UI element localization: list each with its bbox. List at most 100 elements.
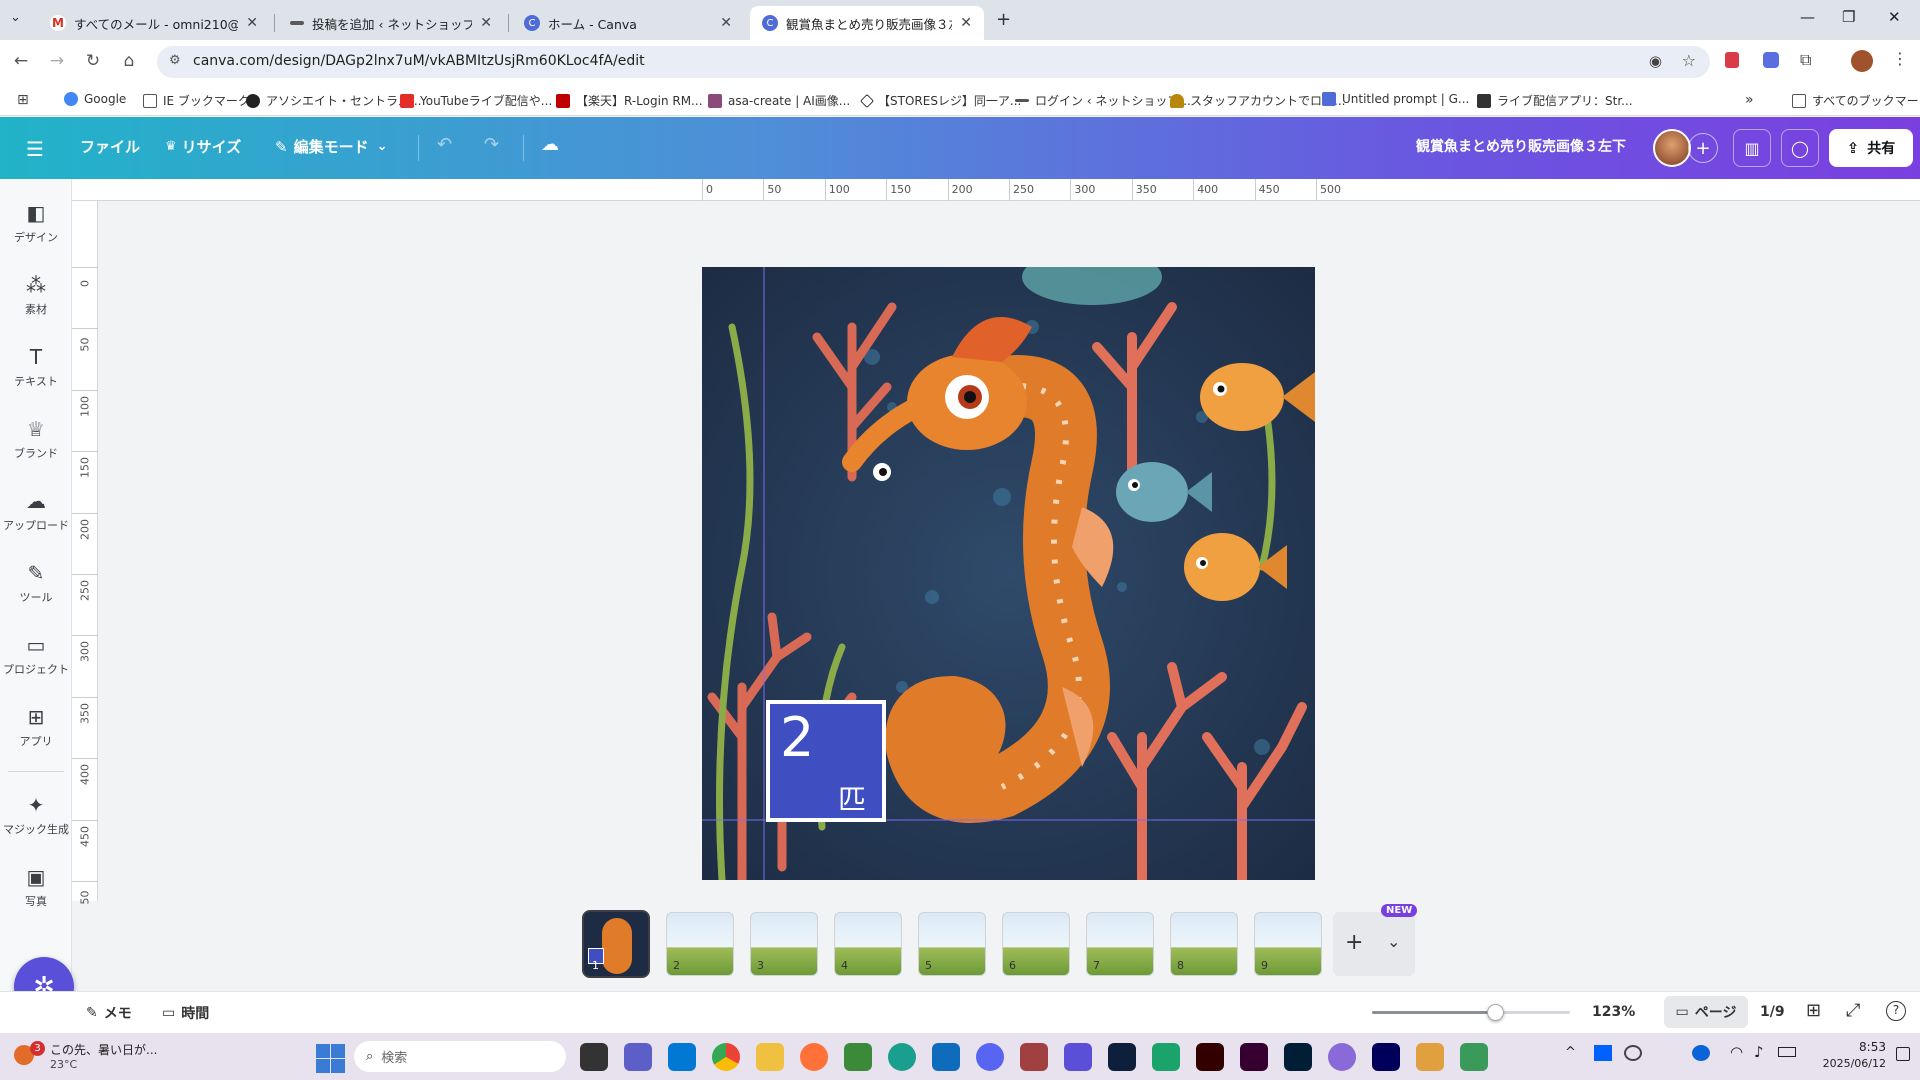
timer-button[interactable]: ▭ 時間 [162, 1003, 209, 1023]
wifi-icon[interactable]: ◠ [1730, 1043, 1743, 1061]
task-view-icon[interactable] [580, 1043, 608, 1071]
grid-view-icon[interactable]: ⊞ [1806, 1000, 1821, 1021]
app-icon[interactable] [1460, 1043, 1488, 1071]
sidebar-item-upload[interactable]: ☁ アップロード [0, 489, 72, 533]
bookmark-item[interactable]: asa-create | AI画像... [708, 92, 850, 109]
sidebar-item-tools[interactable]: ✎ ツール [0, 561, 72, 605]
close-icon[interactable]: ✕ [480, 15, 492, 31]
app-icon[interactable] [1328, 1043, 1356, 1071]
edge-icon[interactable] [888, 1043, 916, 1071]
bookmark-item[interactable]: Google [64, 92, 126, 106]
page-thumbnail-2[interactable]: 2 [666, 912, 734, 976]
firefox-icon[interactable] [800, 1043, 828, 1071]
tab-gmail[interactable]: M すべてのメール - omni210@gmail.com ✕ [38, 6, 270, 40]
photoshop-icon[interactable] [1284, 1043, 1312, 1071]
bookmark-item[interactable]: ライブ配信アプリ：Str... [1477, 92, 1633, 109]
lightroom-classic-icon[interactable] [1108, 1043, 1136, 1071]
notes-button[interactable]: ✎ メモ [86, 1003, 132, 1023]
windows-start-icon[interactable] [316, 1044, 330, 1058]
file-menu-button[interactable]: ファイル [80, 136, 140, 157]
clock-date[interactable]: 2025/06/12 [1812, 1057, 1886, 1070]
page-thumbnail-4[interactable]: 4 [834, 912, 902, 976]
site-info-icon[interactable]: ⚙ [169, 53, 181, 68]
page-view-toggle[interactable]: ▭ ページ [1664, 996, 1748, 1028]
share-button[interactable]: ⇪ 共有 [1829, 129, 1913, 167]
audio-app-icon[interactable] [1064, 1043, 1092, 1071]
bookmark-item[interactable]: ログイン ‹ ネットショップ... [1015, 92, 1191, 109]
fullscreen-icon[interactable]: ⤢ [1846, 1000, 1860, 1021]
weather-text[interactable]: この先、暑い日が... [50, 1041, 157, 1058]
bookmark-item[interactable]: IE ブックマーク [143, 92, 250, 109]
menu-icon[interactable]: ☰ [26, 137, 44, 161]
page-thumbnail-8[interactable]: 8 [1170, 912, 1238, 976]
tray-cloud-icon[interactable] [1624, 1045, 1642, 1061]
sidebar-item-design[interactable]: ◧ デザイン [0, 201, 72, 245]
app-icon[interactable] [668, 1043, 696, 1071]
sidebar-item-magic[interactable]: ✦ マジック生成 [0, 793, 72, 837]
sidebar-item-elements[interactable]: ⁂ 素材 [0, 273, 72, 317]
restore-icon[interactable]: ❐ [1842, 8, 1855, 26]
extension-icon[interactable] [1763, 52, 1779, 68]
tab-search-chevron-icon[interactable]: ⌄ [10, 10, 21, 25]
outlook-icon[interactable] [932, 1043, 960, 1071]
tab-canva-home[interactable]: C ホーム - Canva ✕ [512, 6, 744, 40]
extensions-puzzle-icon[interactable]: ⧉ [1800, 50, 1811, 70]
apps-grid-icon[interactable]: ⊞ [17, 92, 29, 108]
more-menu-icon[interactable]: ⋮ [1892, 49, 1908, 68]
eye-slash-icon[interactable]: ◉ [1649, 52, 1662, 70]
app-icon[interactable] [1020, 1043, 1048, 1071]
back-icon[interactable]: ← [10, 51, 32, 71]
close-icon[interactable]: ✕ [246, 15, 258, 31]
forward-icon[interactable]: → [46, 51, 68, 71]
battery-icon[interactable] [1778, 1047, 1796, 1057]
help-icon[interactable]: ? [1886, 1001, 1906, 1021]
chevron-down-icon[interactable]: ⌄ [1387, 932, 1400, 951]
sidebar-item-photos[interactable]: ▣ 写真 [0, 865, 72, 909]
zoom-slider-track[interactable] [1372, 1004, 1570, 1021]
reload-icon[interactable]: ↻ [82, 51, 104, 71]
all-bookmarks-button[interactable]: すべてのブックマーク [1792, 92, 1920, 109]
profile-avatar[interactable] [1851, 50, 1873, 72]
resize-button[interactable]: ♛ リサイズ [165, 136, 241, 157]
sidebar-item-projects[interactable]: ▭ プロジェクト [0, 633, 72, 677]
teams-icon[interactable] [624, 1043, 652, 1071]
page-thumbnail-9[interactable]: 9 [1254, 912, 1322, 976]
close-icon[interactable]: ✕ [720, 15, 732, 31]
explorer-icon[interactable] [756, 1043, 784, 1071]
bookmark-item[interactable]: YouTubeライブ配信や... [400, 92, 552, 109]
new-tab-button[interactable]: + [996, 9, 1011, 30]
premiere-icon[interactable] [1372, 1043, 1400, 1071]
bookmark-item[interactable]: アソシエイト・セントラル... [246, 92, 421, 109]
page-thumbnail-1[interactable]: 1 [582, 910, 650, 978]
zoom-percentage[interactable]: 123% [1592, 1004, 1635, 1020]
tab-wordpress[interactable]: 投稿を追加 ‹ ネットショップ制作・運営 ✕ [278, 6, 504, 40]
bookmarks-overflow-button[interactable]: » [1745, 92, 1754, 108]
edit-mode-button[interactable]: ✎ 編集モード ⌄ [275, 136, 388, 157]
extension-pocket-icon[interactable] [1725, 52, 1739, 68]
minimize-icon[interactable]: — [1800, 8, 1815, 26]
comments-icon[interactable]: ◯ [1781, 129, 1819, 167]
zoom-slider-handle[interactable] [1486, 1004, 1504, 1021]
bookmark-star-icon[interactable]: ☆ [1682, 51, 1696, 70]
bookmark-item[interactable]: Untitled prompt | G... [1322, 92, 1469, 106]
bookmark-item[interactable]: 【STORESレジ】同一ア... [859, 92, 1021, 109]
close-icon[interactable]: ✕ [960, 15, 972, 31]
bookmark-item[interactable]: 【楽天】R-Login RM... [556, 92, 703, 109]
page-counter[interactable]: 1/9 [1760, 1004, 1785, 1020]
undo-icon[interactable]: ↶ [437, 134, 452, 155]
sidebar-item-brand[interactable]: ♕ ブランド [0, 417, 72, 461]
home-icon[interactable]: ⌂ [118, 51, 140, 71]
design-canvas[interactable]: 2 匹 [702, 267, 1315, 880]
tab-canva-design[interactable]: C 観賞魚まとめ売り販売画像３左下 ✕ [750, 6, 984, 40]
address-bar[interactable]: ⚙ canva.com/design/DAGp2lnx7uM/vkABMItzU… [157, 46, 1710, 78]
invite-plus-icon[interactable]: + [1688, 133, 1718, 163]
notifications-icon[interactable] [1896, 1047, 1910, 1061]
app-icon[interactable] [844, 1043, 872, 1071]
dreamweaver-icon[interactable] [1240, 1043, 1268, 1071]
add-page-plus-icon[interactable]: + [1345, 930, 1363, 955]
sidebar-item-apps[interactable]: ⊞ アプリ [0, 705, 72, 749]
chrome-icon[interactable] [712, 1043, 740, 1071]
page-thumbnail-7[interactable]: 7 [1086, 912, 1154, 976]
redo-icon[interactable]: ↷ [484, 134, 499, 155]
clock-time[interactable]: 8:53 [1826, 1040, 1886, 1054]
